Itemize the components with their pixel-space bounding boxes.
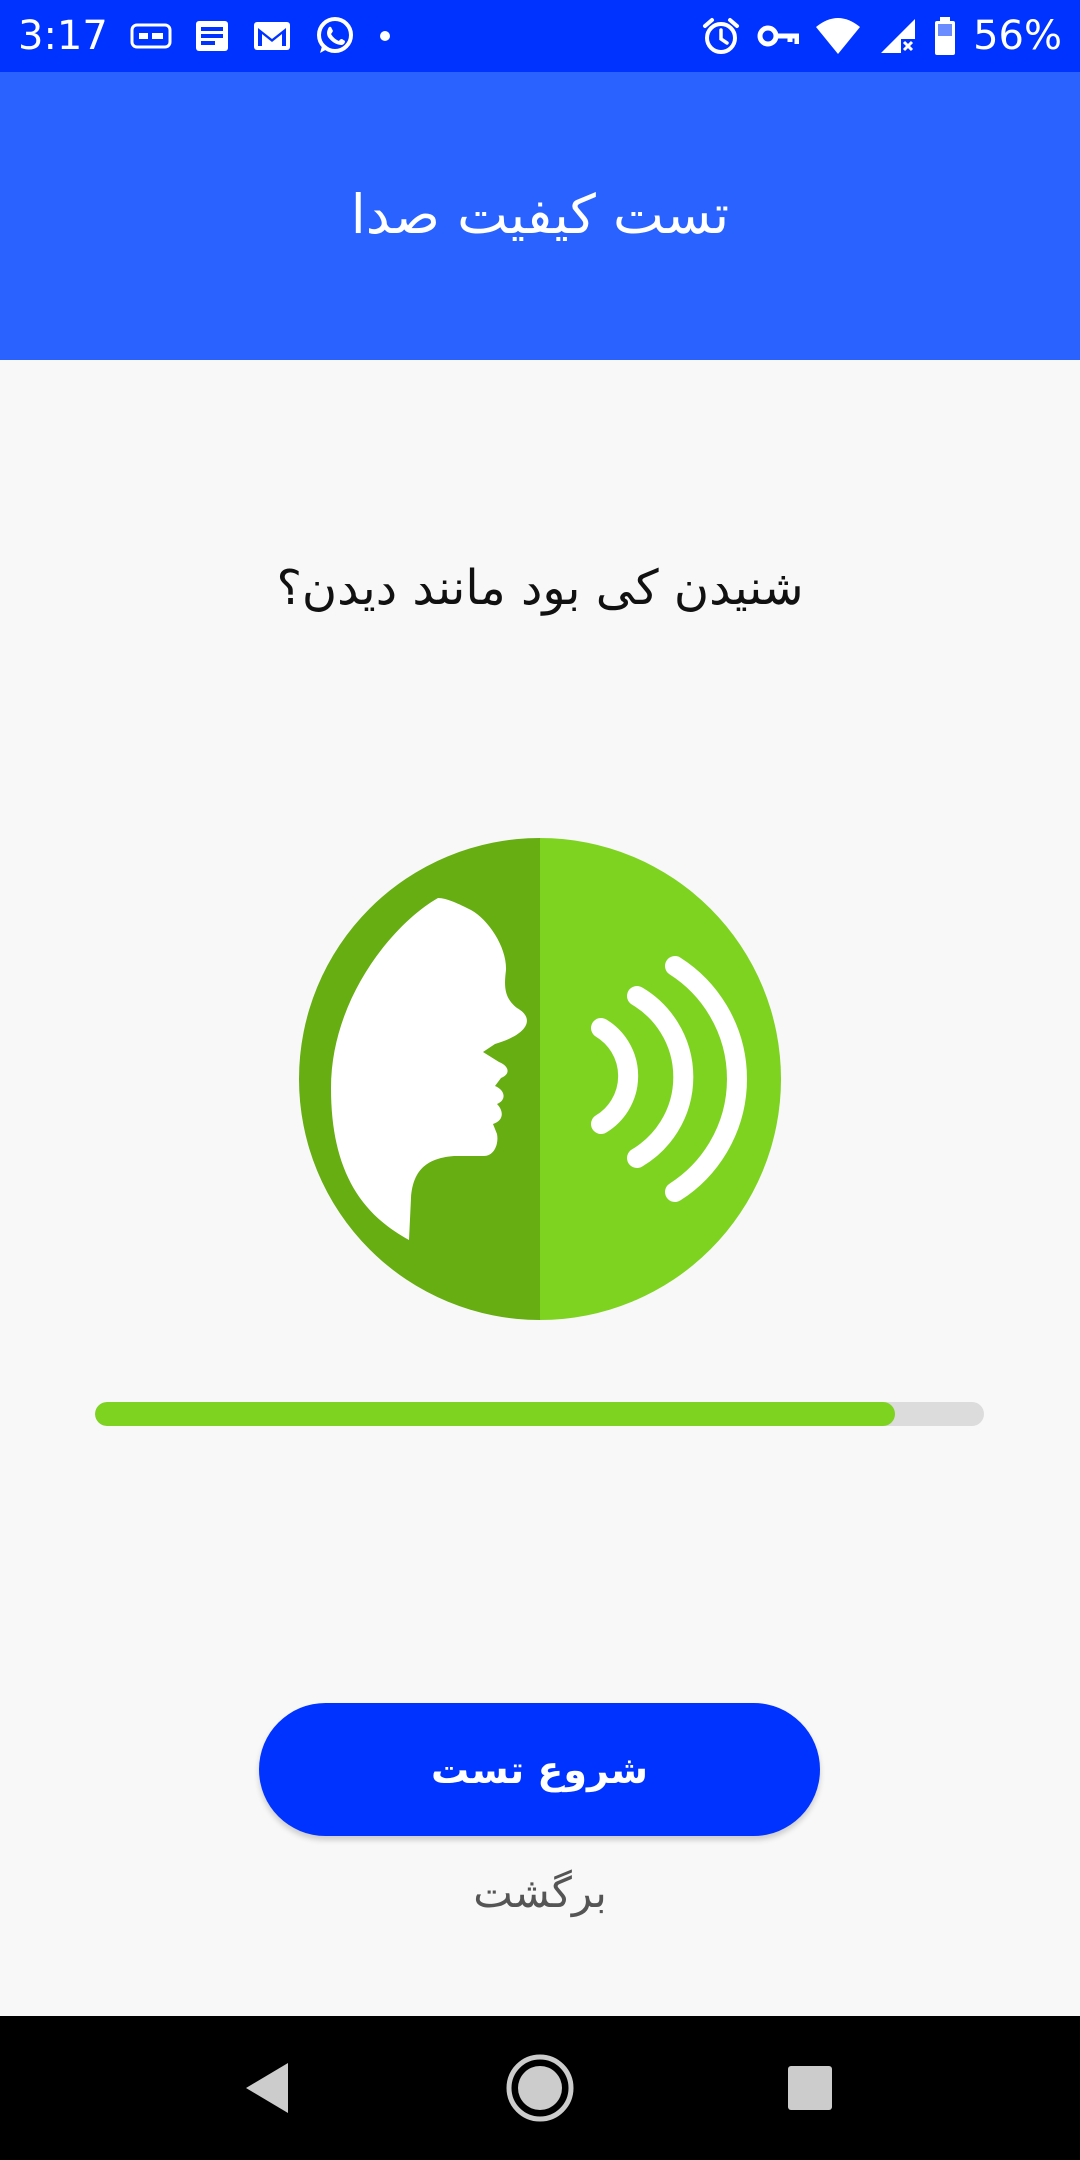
cell-signal-icon: [881, 19, 916, 53]
battery-icon: [935, 17, 956, 55]
page-title: تست کیفیت صدا: [350, 182, 730, 246]
nav-back-button[interactable]: [231, 2052, 303, 2124]
whatsapp-icon: [317, 17, 353, 53]
progress-fill: [95, 1402, 896, 1426]
question-text: شنیدن کی بود مانند دیدن؟: [276, 560, 804, 616]
navigation-bar: [0, 2016, 1080, 2160]
alarm-icon: [703, 18, 740, 54]
app-bar: تست کیفیت صدا: [0, 72, 1080, 360]
back-link[interactable]: برگشت: [0, 1868, 1080, 1917]
vpn-key-icon: [757, 25, 800, 47]
gmail-icon: [254, 22, 290, 50]
start-test-button[interactable]: شروع تست: [259, 1703, 820, 1836]
notification-icons: [130, 14, 392, 58]
system-icons: 56%: [701, 10, 1062, 62]
wifi-icon: [816, 18, 861, 54]
status-bar: 3:17 56%: [0, 0, 1080, 72]
speaking-head-icon: [299, 838, 781, 1320]
progress-bar: [95, 1402, 984, 1426]
nav-home-button[interactable]: [504, 2052, 576, 2124]
news-icon: [196, 21, 228, 51]
home-circle-icon: [506, 2054, 574, 2122]
dot-icon: [380, 31, 390, 41]
nav-recents-button[interactable]: [774, 2052, 846, 2124]
battery-percentage: 56%: [973, 13, 1062, 59]
recents-square-icon: [788, 2066, 832, 2110]
subtitles-icon: [130, 23, 172, 49]
back-triangle-icon: [246, 2063, 288, 2113]
status-time: 3:17: [18, 13, 108, 59]
